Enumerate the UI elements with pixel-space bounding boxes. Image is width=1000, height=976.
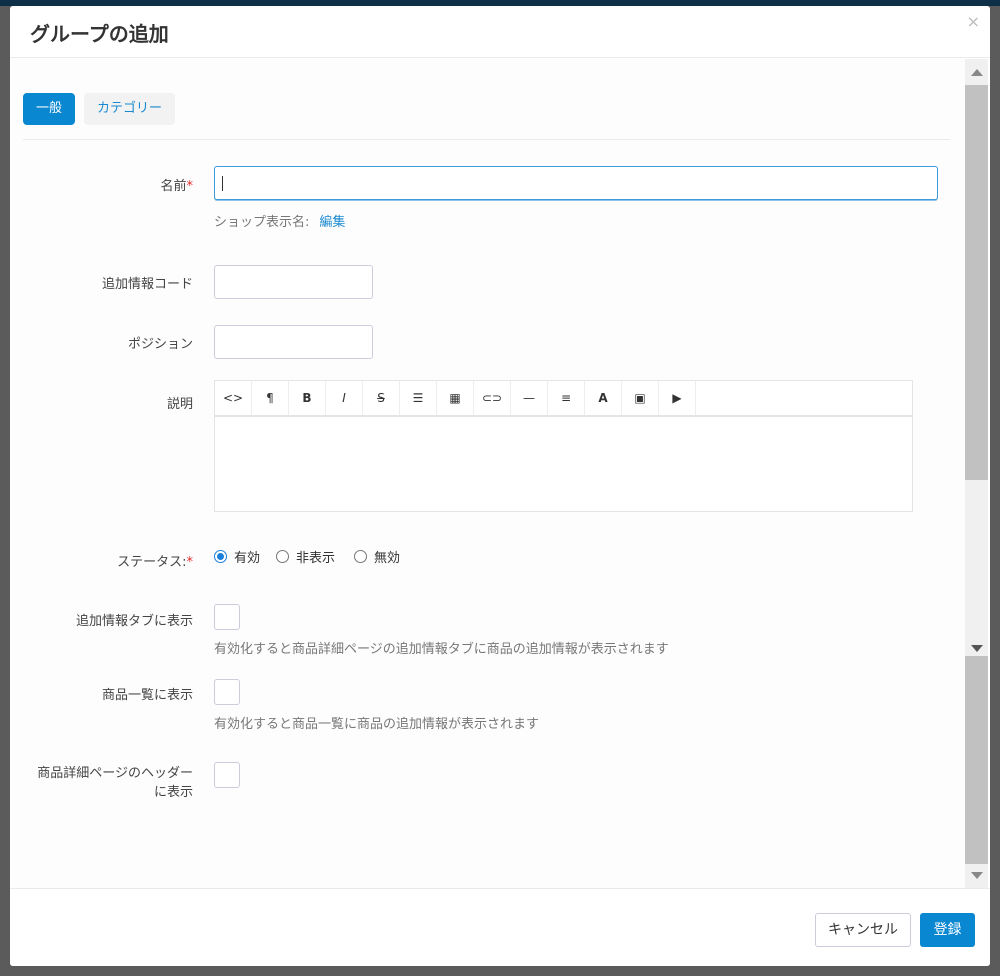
tab-show-hint: 有効化すると商品詳細ページの追加情報タブに商品の追加情報が表示されます xyxy=(214,642,669,657)
cancel-button[interactable]: キャンセル xyxy=(815,913,911,947)
paragraph-icon[interactable]: ¶ xyxy=(252,381,289,415)
tab-show-checkbox[interactable] xyxy=(214,604,240,630)
scrollbar[interactable] xyxy=(965,59,988,888)
header-show-label-line2: に表示 xyxy=(153,785,193,800)
list-icon[interactable]: ☰ xyxy=(400,381,437,415)
submit-button[interactable]: 登録 xyxy=(920,913,975,947)
text-color-icon[interactable]: A xyxy=(585,381,622,415)
required-mark: * xyxy=(186,179,194,194)
divider xyxy=(23,139,950,140)
text-cursor xyxy=(222,176,223,191)
header-show-label: 商品詳細ページのヘッダーに表示 xyxy=(37,764,193,802)
status-label: ステータス:* xyxy=(117,551,193,570)
outer-scroll-down-icon[interactable] xyxy=(971,872,983,879)
radio-label: 非表示 xyxy=(296,551,336,566)
link-icon[interactable]: ⊂⊃ xyxy=(474,381,511,415)
tab-category[interactable]: カテゴリー xyxy=(84,93,176,125)
list-show-hint: 有効化すると商品一覧に商品の追加情報が表示されます xyxy=(214,717,540,732)
name-input[interactable] xyxy=(214,166,938,200)
radio-label: 無効 xyxy=(374,551,401,566)
dialog-footer: キャンセル 登録 xyxy=(10,888,990,966)
radio-label: 有効 xyxy=(234,551,261,566)
shop-name-label: ショップ表示名: xyxy=(214,215,310,230)
tab-general[interactable]: 一般 xyxy=(23,93,76,125)
scroll-down-icon[interactable] xyxy=(971,645,983,652)
status-label-text: ステータス: xyxy=(117,555,187,570)
description-editor: <> ¶ B I S̶ ☰ ▦ ⊂⊃ — ≡ A ▣ ▶ xyxy=(214,380,913,512)
status-radio-hidden[interactable]: 非表示 xyxy=(276,547,335,566)
image-icon[interactable]: ▣ xyxy=(622,381,659,415)
dialog-body: 一般 カテゴリー 名前* ショップ表示名: 編集 追加情報コード ポジション 説明… xyxy=(10,59,965,888)
position-label: ポジション xyxy=(127,337,193,352)
code-input[interactable] xyxy=(214,265,373,299)
editor-content[interactable] xyxy=(215,417,912,511)
list-show-checkbox[interactable] xyxy=(214,679,240,705)
code-label: 追加情報コード xyxy=(101,277,193,292)
dialog-title: グループの追加 xyxy=(30,22,169,46)
status-radio-disabled[interactable]: 無効 xyxy=(354,547,400,566)
status-radio-active[interactable]: 有効 xyxy=(214,547,260,566)
table-icon[interactable]: ▦ xyxy=(437,381,474,415)
edit-shop-name-link[interactable]: 編集 xyxy=(319,215,345,230)
scrollbar-thumb[interactable] xyxy=(965,85,988,480)
dialog-header: グループの追加 × xyxy=(10,6,990,58)
list-show-label: 商品一覧に表示 xyxy=(101,688,193,703)
name-label-text: 名前 xyxy=(160,179,187,194)
scroll-up-icon[interactable] xyxy=(971,69,983,76)
radio-unchecked[interactable] xyxy=(276,550,289,563)
close-icon[interactable]: × xyxy=(967,12,980,31)
header-show-label-line1: 商品詳細ページのヘッダー xyxy=(37,766,193,781)
name-label: 名前* xyxy=(160,175,193,194)
align-icon[interactable]: ≡ xyxy=(548,381,585,415)
radio-unchecked[interactable] xyxy=(354,550,367,563)
code-icon[interactable]: <> xyxy=(215,381,252,415)
shop-name-row: ショップ表示名: 編集 xyxy=(214,211,345,230)
position-input[interactable] xyxy=(214,325,373,359)
bold-icon[interactable]: B xyxy=(289,381,326,415)
video-icon[interactable]: ▶ xyxy=(659,381,696,415)
add-group-dialog: グループの追加 × 一般 カテゴリー 名前* ショップ表示名: 編集 追加情報コー… xyxy=(10,6,990,966)
outer-scrollbar-thumb[interactable] xyxy=(965,656,988,864)
tabs: 一般 カテゴリー xyxy=(23,93,176,125)
tab-show-label: 追加情報タブに表示 xyxy=(75,614,193,629)
required-mark: * xyxy=(186,555,194,570)
horizontal-rule-icon[interactable]: — xyxy=(511,381,548,415)
italic-icon[interactable]: I xyxy=(326,381,363,415)
editor-toolbar: <> ¶ B I S̶ ☰ ▦ ⊂⊃ — ≡ A ▣ ▶ xyxy=(215,381,912,417)
strikethrough-icon[interactable]: S̶ xyxy=(363,381,400,415)
radio-checked[interactable] xyxy=(214,550,227,563)
header-show-checkbox[interactable] xyxy=(214,762,240,788)
description-label: 説明 xyxy=(166,397,193,412)
